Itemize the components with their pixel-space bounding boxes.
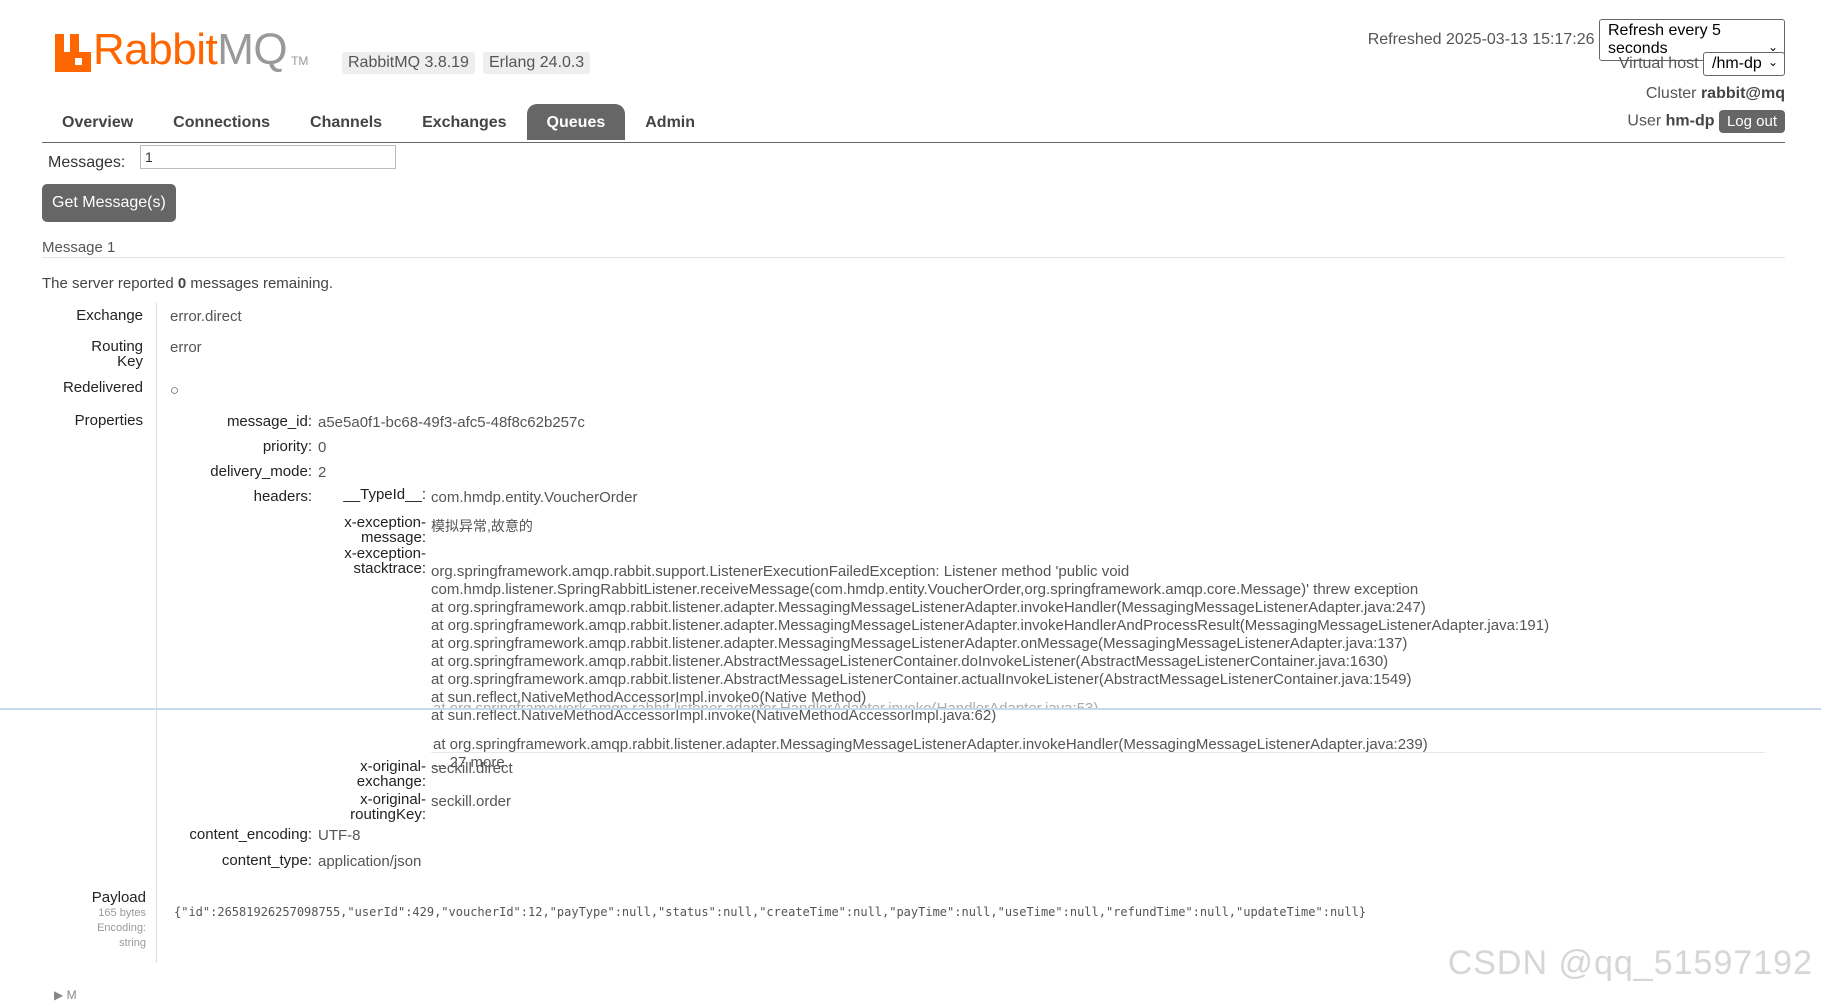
rabbitmq-version-badge: RabbitMQ 3.8.19 [342, 52, 475, 74]
x-original-exchange-key: x-original-exchange: [356, 758, 426, 790]
server-remaining-text: The server reported 0 messages remaining… [42, 275, 333, 292]
cluster-name: rabbit@mq [1700, 85, 1785, 102]
properties-label: Properties [74, 412, 143, 429]
redelivered-label: Redelivered [62, 379, 143, 396]
tab-connections[interactable]: Connections [153, 104, 290, 140]
priority-value: 0 [318, 439, 327, 456]
logo-text: RabbitMQ [93, 25, 288, 74]
message-section-title: Message 1 [42, 239, 116, 256]
x-exception-message-value: 模拟异常,故意的 [431, 518, 533, 534]
routing-key-label: Routing Key [91, 338, 143, 370]
stacktrace-line: at org.springframework.amqp.rabbit.liste… [431, 671, 1412, 688]
get-messages-button[interactable]: Get Message(s) [42, 184, 176, 222]
tab-queues[interactable]: Queues [526, 104, 626, 140]
tab-overview[interactable]: Overview [42, 104, 153, 140]
rabbit-logo-icon [55, 34, 91, 72]
tab-channels[interactable]: Channels [290, 104, 402, 140]
routing-key-value: error [170, 339, 202, 356]
screenshot-seam [0, 708, 1821, 710]
stacktrace-top: org.springframework.amqp.rabbit.support.… [431, 545, 1549, 743]
x-exception-message-key: x-exception-message: [344, 514, 426, 546]
stacktrace-line: at org.springframework.amqp.rabbit.liste… [431, 617, 1550, 634]
vhost-label: Virtual host [1618, 55, 1699, 73]
user-name: hm-dp [1665, 112, 1715, 130]
logout-button[interactable]: Log out [1718, 110, 1785, 133]
stacktrace-line: at org.springframework.amqp.rabbit.liste… [431, 635, 1408, 652]
stacktrace-line: at org.springframework.amqp.rabbit.liste… [431, 599, 1426, 616]
rabbitmq-logo[interactable]: RabbitMQ TM [55, 28, 308, 72]
user-row: User hm-dp Log out [1627, 110, 1785, 133]
content-type-key: content_type: [221, 852, 312, 869]
stacktrace-line: at org.springframework.amqp.rabbit.liste… [431, 653, 1389, 670]
stacktrace-line: org.springframework.amqp.rabbit.support.… [431, 563, 1130, 580]
logo-trademark: TM [291, 54, 309, 68]
stacktrace-bottom: at org.springframework.amqp.rabbit.liste… [433, 718, 1428, 790]
vhost-row: Virtual host /hm-dp ⌄ [1619, 52, 1785, 76]
messages-count-label: Messages: [48, 154, 126, 171]
message-id-value: a5e5a0f1-bc68-49f3-afc5-48f8c62b257c [318, 414, 585, 431]
tab-admin[interactable]: Admin [625, 104, 715, 140]
nav-divider [42, 142, 1785, 143]
x-original-routingkey-key: x-original-routingKey: [350, 791, 426, 823]
delivery-mode-value: 2 [318, 464, 327, 481]
cluster-label: Cluster [1645, 85, 1697, 102]
chevron-down-icon: ⌄ [1767, 55, 1778, 69]
x-original-routingkey-value: seckill.order [431, 793, 512, 810]
erlang-version-badge: Erlang 24.0.3 [483, 52, 591, 74]
x-original-exchange-value: seckill.direct [431, 760, 513, 777]
headers-divider [431, 752, 1765, 753]
payload-label: Payload [91, 889, 146, 906]
priority-key: priority: [262, 438, 312, 455]
typeid-value: com.hmdp.entity.VoucherOrder [431, 489, 638, 506]
content-type-value: application/json [318, 853, 422, 870]
message-id-key: message_id: [226, 413, 312, 430]
vhost-select[interactable]: /hm-dp ⌄ [1703, 52, 1785, 76]
section-divider [42, 257, 1785, 258]
exchange-value: error.direct [170, 308, 242, 325]
payload-meta: 165 bytes Encoding: string [97, 907, 146, 949]
redelivered-value: ○ [170, 382, 180, 399]
x-exception-stacktrace-key: x-exception-stacktrace: [344, 545, 426, 577]
main-nav: Overview Connections Channels Exchanges … [42, 104, 715, 140]
cluster-row: Cluster rabbit@mq [1646, 85, 1785, 103]
delivery-mode-key: delivery_mode: [210, 463, 312, 480]
stacktrace-line: ... 27 more [433, 754, 505, 771]
user-label: User [1627, 112, 1662, 130]
refreshed-timestamp: Refreshed 2025-03-13 15:17:26 [1367, 31, 1595, 49]
content-encoding-key: content_encoding: [189, 826, 312, 843]
tab-exchanges[interactable]: Exchanges [402, 104, 526, 140]
csdn-watermark: CSDN @qq_51597192 [1447, 944, 1813, 982]
exchange-label: Exchange [76, 307, 143, 324]
payload-value: {"id":26581926257098755,"userId":429,"vo… [174, 905, 1367, 919]
collapsed-section-toggle[interactable]: ▶ M [54, 988, 77, 1002]
stacktrace-line: com.hmdp.listener.SpringRabbitListener.r… [431, 581, 1419, 598]
headers-key: headers: [253, 488, 312, 505]
content-encoding-value: UTF-8 [318, 827, 361, 844]
messages-count-input[interactable] [140, 145, 396, 169]
typeid-key: __TypeId__: [343, 486, 426, 503]
